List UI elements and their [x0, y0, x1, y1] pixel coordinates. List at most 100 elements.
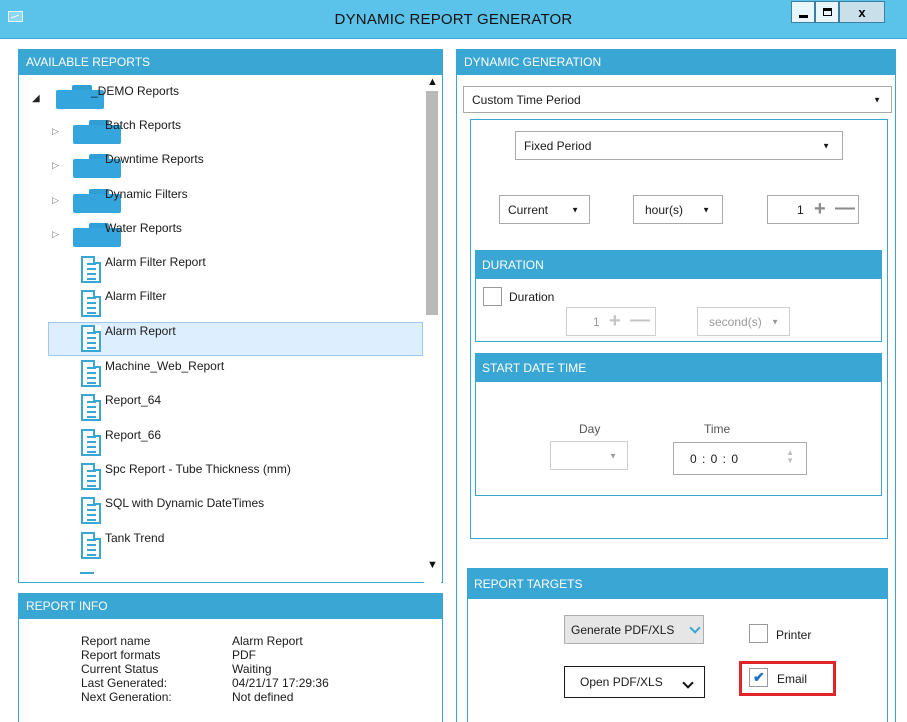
start-time-field[interactable]: 0 : 0 : 0 ▲ ▼: [673, 442, 807, 475]
info-row-last-generated: Last Generated: 04/21/17 17:29:36: [81, 676, 329, 690]
collapsed-triangle-icon[interactable]: ▷: [52, 229, 59, 240]
duration-count-value: 1: [593, 314, 600, 329]
printer-checkbox[interactable]: [749, 624, 768, 643]
tree-item-label: Downtime Reports: [105, 152, 204, 166]
title-bar: DYNAMIC REPORT GENERATOR x: [0, 0, 907, 39]
info-row-next-generation: Next Generation: Not defined: [81, 690, 294, 704]
email-highlight-box: [739, 661, 836, 696]
duration-count-stepper[interactable]: 1 + —: [566, 307, 656, 336]
generate-pdf-xls-button[interactable]: Generate PDF/XLS: [564, 615, 704, 644]
report-info-table: Report name Alarm Report Report formats PD…: [81, 634, 329, 704]
partial-tree-item: [80, 572, 94, 574]
tree-report-report-64[interactable]: Report_64: [20, 391, 422, 425]
tree-item-label: Dynamic Filters: [105, 187, 188, 201]
tree-item-label: SQL with Dynamic DateTimes: [105, 496, 265, 510]
printer-checkbox-label: Printer: [776, 628, 812, 642]
tree-folder-downtime-reports[interactable]: ▷ Downtime Reports: [20, 150, 422, 184]
maximize-button[interactable]: [815, 1, 839, 23]
close-button[interactable]: x: [839, 1, 885, 23]
tree-item-label: Machine_Web_Report: [105, 359, 225, 373]
window-title: DYNAMIC REPORT GENERATOR: [334, 11, 573, 28]
report-tree: ◢ _DEMO Reports ▷ Batch Reports ▷ Downti…: [20, 76, 423, 582]
report-document-icon: [81, 532, 101, 559]
minimize-button[interactable]: [791, 1, 815, 23]
report-document-icon: [81, 290, 101, 317]
report-document-icon: [81, 429, 101, 456]
start-date-time-header: START DATE TIME: [476, 354, 881, 382]
report-targets-section: REPORT TARGETS: [467, 568, 888, 722]
duration-checkbox-label: Duration: [509, 290, 555, 304]
close-icon: x: [858, 4, 866, 20]
info-row-report-formats: Report formats PDF: [81, 648, 256, 662]
minimize-icon: [798, 14, 808, 18]
info-row-current-status: Current Status Waiting: [81, 662, 272, 676]
relative-period-dropdown[interactable]: Current ▼: [499, 195, 590, 224]
tree-report-alarm-filter[interactable]: Alarm Filter: [20, 287, 422, 321]
duration-unit-dropdown[interactable]: second(s) ▼: [697, 307, 790, 336]
dropdown-arrow-icon: ▼: [702, 205, 710, 214]
tree-item-label: Water Reports: [105, 221, 182, 235]
open-pdf-xls-button[interactable]: Open PDF/XLS: [564, 666, 705, 698]
report-document-icon: [81, 256, 101, 283]
report-targets-header: REPORT TARGETS: [468, 569, 887, 599]
available-reports-header: AVAILABLE REPORTS: [19, 50, 442, 75]
dropdown-arrow-icon: ▼: [771, 317, 779, 326]
dynamic-generation-header: DYNAMIC GENERATION: [457, 50, 895, 75]
report-document-icon: [81, 394, 101, 421]
scroll-down-icon[interactable]: ▼: [427, 559, 438, 571]
time-spinner-icon[interactable]: ▲ ▼: [786, 449, 794, 465]
tree-item-label: Report_66: [105, 428, 162, 442]
expanded-triangle-icon[interactable]: ◢: [32, 93, 40, 104]
tree-folder-dynamic-filters[interactable]: ▷ Dynamic Filters: [20, 185, 422, 219]
scroll-up-icon[interactable]: ▲: [427, 76, 438, 88]
tree-item-label: Spc Report - Tube Thickness (mm): [105, 462, 291, 476]
tree-folder-water-reports[interactable]: ▷ Water Reports: [20, 219, 422, 253]
tree-vertical-scrollbar[interactable]: ▲ ▼: [424, 76, 441, 626]
time-label: Time: [704, 422, 731, 436]
tree-report-spc-report[interactable]: Spc Report - Tube Thickness (mm): [20, 460, 422, 494]
tree-report-sql-dynamic-datetimes[interactable]: SQL with Dynamic DateTimes: [20, 494, 422, 528]
report-document-icon: [81, 497, 101, 524]
report-document-icon: [81, 325, 101, 352]
time-mode-dropdown[interactable]: Custom Time Period ▼: [463, 86, 892, 113]
tree-item-label: Batch Reports: [105, 118, 182, 132]
tree-item-label: Alarm Filter: [105, 289, 167, 303]
info-row-report-name: Report name Alarm Report: [81, 634, 303, 648]
chevron-down-icon: [682, 676, 694, 690]
tree-report-report-66[interactable]: Report_66: [20, 426, 422, 460]
tree-report-tank-trend[interactable]: Tank Trend: [20, 529, 422, 563]
available-reports-panel: AVAILABLE REPORTS ◢ _DEMO Reports ▷ Batc…: [18, 49, 443, 626]
plus-icon[interactable]: +: [814, 198, 826, 221]
tree-item-label: Alarm Report: [105, 324, 176, 338]
tree-item-label: Report_64: [105, 393, 162, 407]
tree-folder-batch-reports[interactable]: ▷ Batch Reports: [20, 116, 422, 150]
period-type-dropdown[interactable]: Fixed Period ▼: [515, 131, 843, 160]
collapsed-triangle-icon[interactable]: ▷: [52, 126, 59, 137]
tree-report-alarm-report[interactable]: Alarm Report: [20, 322, 423, 356]
plus-icon[interactable]: +: [609, 310, 621, 333]
report-document-icon: [81, 463, 101, 490]
report-info-header: REPORT INFO: [19, 594, 442, 619]
duration-header: DURATION: [476, 251, 881, 279]
day-dropdown[interactable]: ▼: [550, 441, 628, 470]
maximize-icon: [822, 8, 832, 16]
duration-checkbox[interactable]: [483, 287, 502, 306]
report-document-icon: [81, 360, 101, 387]
minus-icon[interactable]: —: [630, 309, 650, 332]
period-unit-dropdown[interactable]: hour(s) ▼: [633, 195, 723, 224]
dropdown-arrow-icon: ▼: [822, 141, 830, 150]
minus-icon[interactable]: —: [835, 197, 855, 220]
period-count-stepper[interactable]: 1 + —: [767, 195, 859, 224]
day-label: Day: [579, 422, 601, 436]
tree-report-alarm-filter-report[interactable]: Alarm Filter Report: [20, 253, 422, 287]
dropdown-arrow-icon: ▼: [873, 95, 881, 104]
collapsed-triangle-icon[interactable]: ▷: [52, 160, 59, 171]
tree-item-label: Alarm Filter Report: [105, 255, 206, 269]
dropdown-arrow-icon: ▼: [609, 451, 617, 460]
tree-report-machine-web-report[interactable]: Machine_Web_Report: [20, 357, 422, 391]
chevron-down-icon[interactable]: [686, 616, 703, 643]
tree-root-demo-reports[interactable]: ◢ _DEMO Reports: [20, 81, 422, 115]
collapsed-triangle-icon[interactable]: ▷: [52, 195, 59, 206]
scroll-thumb[interactable]: [426, 91, 438, 315]
tree-item-label: Tank Trend: [105, 531, 165, 545]
